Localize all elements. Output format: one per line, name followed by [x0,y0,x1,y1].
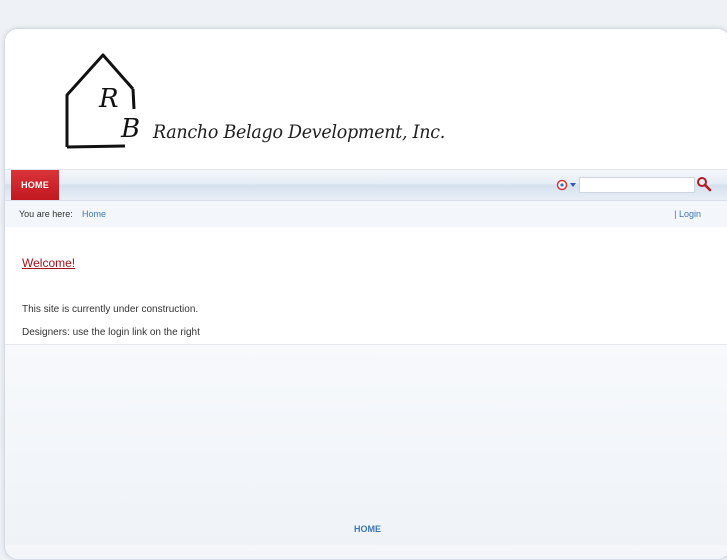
construction-notice: This site is currently under constructio… [22,304,199,315]
breadcrumb: You are here: Home | Login [5,201,727,227]
site-header: R B Rancho Belago Development, Inc. [5,29,727,169]
footer-home-link[interactable]: HOME [5,524,727,534]
designer-note: Designers: use the login link on the rig… [22,327,200,338]
lower-area [5,345,727,545]
svg-text:R: R [98,84,119,114]
breadcrumb-home-link[interactable]: Home [82,201,106,227]
search-engine-dropdown-icon[interactable] [556,179,578,191]
page-heading: Welcome! [22,256,76,270]
login-area: | Login [674,201,701,227]
login-separator: | [674,209,677,219]
svg-text:B: B [120,114,140,144]
site-title: Rancho Belago Development, Inc. [153,121,445,143]
breadcrumb-label: You are here: [19,209,73,219]
search-input[interactable] [579,177,695,193]
logo-house-icon: R B [65,53,140,149]
main-navigation: HOME [5,169,727,201]
main-content: Welcome! This site is currently under co… [5,229,727,345]
nav-item-home[interactable]: HOME [11,170,59,200]
search-icon[interactable] [696,176,712,192]
page-frame: R B Rancho Belago Development, Inc. HOME… [4,28,727,560]
login-link[interactable]: Login [679,209,701,219]
